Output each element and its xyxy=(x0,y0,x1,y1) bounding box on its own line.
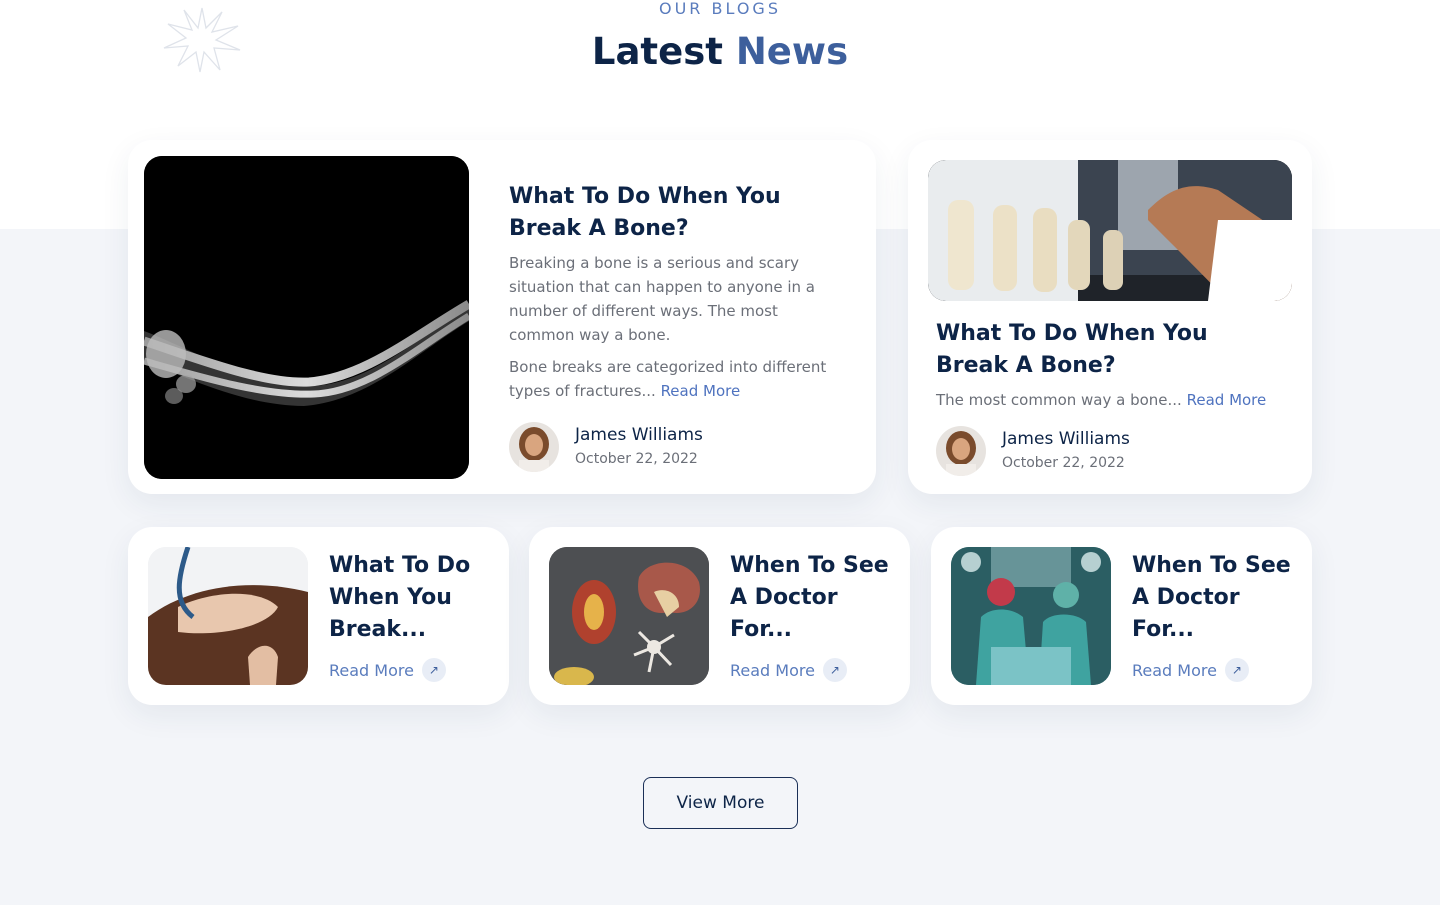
secondary-title[interactable]: What To Do When You Break A Bone? xyxy=(936,318,1266,382)
small-card-read-more[interactable]: Read More ↗ xyxy=(1132,658,1249,682)
section-title-accent: News xyxy=(735,30,849,73)
featured-title[interactable]: What To Do When You Break A Bone? xyxy=(509,181,839,245)
small-card-read-more[interactable]: Read More ↗ xyxy=(730,658,847,682)
avatar xyxy=(936,426,986,476)
small-blog-card[interactable]: When To See A Doctor For... Read More ↗ xyxy=(529,527,910,705)
arrow-up-right-icon: ↗ xyxy=(822,658,847,682)
secondary-author-date: October 22, 2022 xyxy=(1002,455,1125,471)
hands-stethoscope-image[interactable] xyxy=(148,547,308,685)
small-blog-card[interactable]: What To Do When You Break... Read More ↗ xyxy=(128,527,509,705)
small-blog-card[interactable]: When To See A Doctor For... Read More ↗ xyxy=(931,527,1312,705)
view-more-button[interactable]: View More xyxy=(643,777,798,829)
arm-xray-image[interactable] xyxy=(144,156,469,479)
section-title: Latest News xyxy=(0,30,1440,74)
featured-read-more-link[interactable]: Read More xyxy=(661,382,741,400)
featured-excerpt-p1: Breaking a bone is a serious and scary s… xyxy=(509,254,815,344)
small-card-read-more[interactable]: Read More ↗ xyxy=(329,658,446,682)
small-card-title[interactable]: When To See A Doctor For... xyxy=(730,550,900,646)
featured-author-name: James Williams xyxy=(575,425,703,445)
section-eyebrow: OUR BLOGS xyxy=(659,0,781,18)
featured-excerpt-p2: Bone breaks are categorized into differe… xyxy=(509,355,829,403)
secondary-blog-card[interactable]: What To Do When You Break A Bone? The mo… xyxy=(908,140,1312,494)
read-more-label: Read More xyxy=(730,660,815,680)
organ-models-image[interactable] xyxy=(549,547,709,685)
secondary-excerpt: The most common way a bone... Read More xyxy=(936,388,1296,412)
featured-blog-card[interactable]: What To Do When You Break A Bone? Breaki… xyxy=(128,140,876,494)
secondary-excerpt-text: The most common way a bone... xyxy=(936,391,1182,409)
arrow-up-right-icon: ↗ xyxy=(421,658,446,682)
surgery-image[interactable] xyxy=(951,547,1111,685)
featured-author-date: October 22, 2022 xyxy=(575,451,698,467)
read-more-label: Read More xyxy=(329,660,414,680)
arrow-up-right-icon: ↗ xyxy=(1224,658,1249,682)
knee-models-image[interactable] xyxy=(928,160,1292,301)
small-card-title[interactable]: What To Do When You Break... xyxy=(329,550,499,646)
secondary-author-name: James Williams xyxy=(1002,429,1130,449)
section-title-main: Latest xyxy=(591,30,723,73)
avatar xyxy=(509,422,559,472)
read-more-label: Read More xyxy=(1132,660,1217,680)
secondary-read-more-link[interactable]: Read More xyxy=(1187,391,1267,409)
small-card-title[interactable]: When To See A Doctor For... xyxy=(1132,550,1302,646)
